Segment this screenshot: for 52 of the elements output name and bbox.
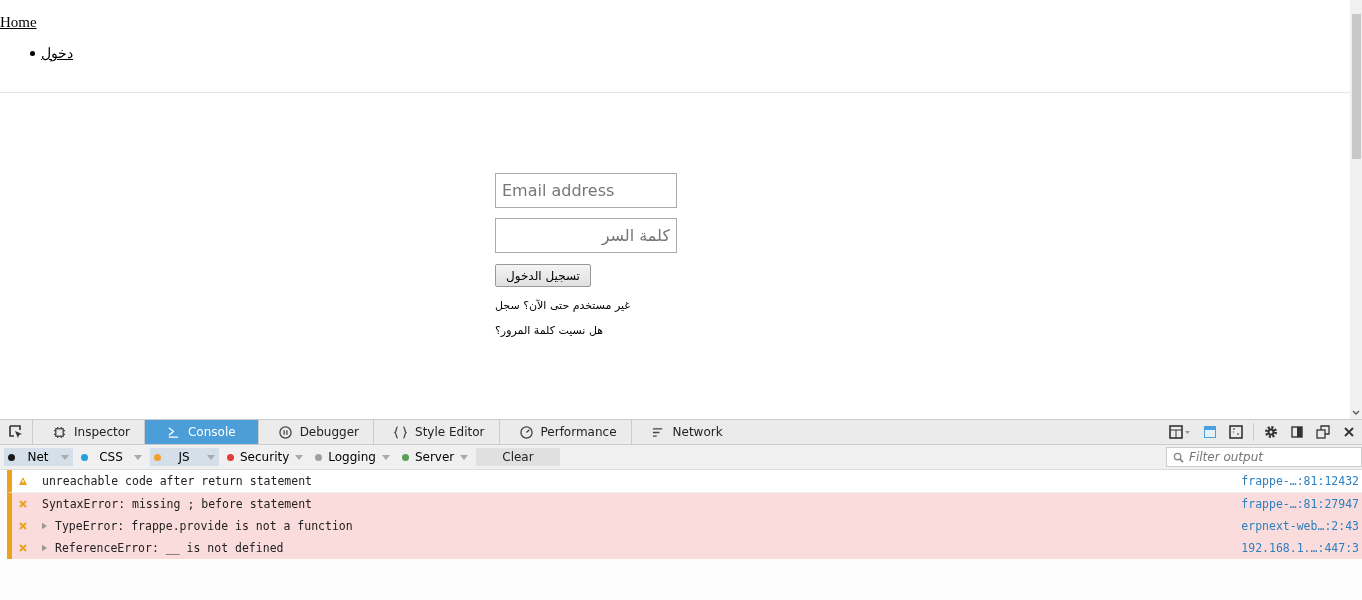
- home-link[interactable]: Home: [0, 14, 37, 30]
- email-field[interactable]: Email address: [495, 173, 677, 208]
- forgot-password-link[interactable]: هل نسيت كلمة المرور؟: [495, 324, 604, 337]
- scrollbar[interactable]: [1350, 0, 1362, 419]
- tab-icon: [167, 425, 180, 439]
- error-icon: [18, 499, 28, 509]
- devtools-tab[interactable]: Style Editor: [373, 420, 499, 444]
- filter-button[interactable]: CSS: [77, 448, 146, 466]
- caret-icon: [460, 454, 469, 460]
- devtools-tab[interactable]: Network: [630, 420, 737, 444]
- caret-icon: [207, 454, 215, 460]
- tab-icon: [651, 425, 665, 439]
- caret-icon: [295, 454, 304, 460]
- console-message: unreachable code after return statement: [42, 474, 313, 488]
- close-icon[interactable]: [1342, 425, 1356, 439]
- search-icon: [1173, 452, 1184, 463]
- scroll-down-icon[interactable]: [1352, 410, 1360, 416]
- nav-link[interactable]: دخول: [41, 45, 73, 62]
- caret-icon: [381, 454, 390, 460]
- filter-button[interactable]: Security: [223, 448, 308, 466]
- filter-button[interactable]: Logging: [311, 448, 394, 466]
- console-message: SyntaxError: missing ; before statement: [42, 497, 313, 511]
- caret-icon: [134, 454, 142, 460]
- element-picker-icon[interactable]: [9, 425, 23, 439]
- filter-button[interactable]: JS: [150, 448, 219, 466]
- tab-icon: [278, 425, 292, 439]
- devtools-tab[interactable]: Inspector: [32, 420, 144, 444]
- tab-icon: [53, 425, 66, 439]
- filter-button[interactable]: Net: [4, 448, 73, 466]
- signup-link[interactable]: غير مستخدم حتى الآن؟ سجل: [495, 299, 631, 312]
- frame-icon[interactable]: [1229, 425, 1243, 439]
- devtools-tab[interactable]: Debugger: [257, 420, 374, 444]
- source-link[interactable]: frappe-…:81:12432: [1241, 474, 1359, 488]
- layout-icon[interactable]: [1169, 425, 1191, 439]
- error-icon: [18, 543, 28, 553]
- error-icon: [18, 521, 28, 531]
- login-button[interactable]: تسجيل الدخول: [495, 264, 591, 287]
- console-message: ReferenceError: __ is not defined: [55, 541, 284, 555]
- filter-field[interactable]: Filter output: [1166, 447, 1362, 467]
- tab-icon: [519, 425, 533, 439]
- password-field[interactable]: كلمة السر: [495, 218, 677, 253]
- warning-icon: [18, 476, 28, 486]
- caret-icon: [61, 454, 69, 460]
- console-message: TypeError: frappe.provide is not a function: [55, 519, 353, 533]
- filter-button[interactable]: Server: [397, 448, 473, 466]
- clear-button[interactable]: Clear: [476, 448, 560, 466]
- undock-icon[interactable]: [1316, 425, 1330, 439]
- tab-icon: [394, 425, 408, 439]
- devtools-tab[interactable]: Performance: [498, 420, 631, 444]
- settings-icon[interactable]: [1264, 425, 1278, 439]
- bullet-icon: [30, 51, 35, 56]
- dock-side-icon[interactable]: [1290, 425, 1304, 439]
